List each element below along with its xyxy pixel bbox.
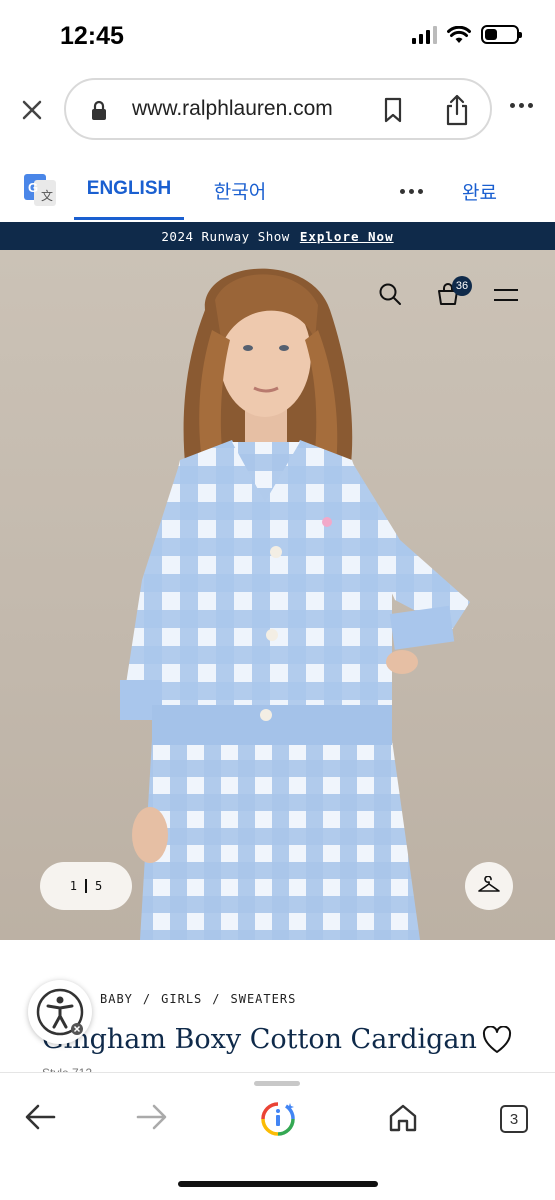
breadcrumb-separator: / xyxy=(212,992,221,1006)
status-time: 12:45 xyxy=(60,22,124,50)
url-text: www.ralphlauren.com xyxy=(132,97,333,120)
svg-text:G: G xyxy=(28,180,38,195)
image-pager: 1 5 xyxy=(40,862,132,910)
translate-bar: G 文 ENGLISH 한국어 완료 xyxy=(0,160,555,220)
size-guide-button[interactable] xyxy=(465,862,513,910)
pager-total: 5 xyxy=(95,879,103,893)
breadcrumb-sweaters[interactable]: SWEATERS xyxy=(231,992,297,1006)
bookmark-icon[interactable] xyxy=(382,97,404,123)
close-icon[interactable] xyxy=(16,94,48,126)
wifi-icon xyxy=(447,25,471,43)
google-translate-icon: G 文 xyxy=(24,174,56,206)
google-lens-icon[interactable] xyxy=(260,1101,296,1137)
breadcrumb-girls[interactable]: GIRLS xyxy=(161,992,202,1006)
more-icon[interactable] xyxy=(510,103,533,108)
back-icon[interactable] xyxy=(24,1103,56,1131)
breadcrumb-baby[interactable]: BABY xyxy=(100,992,133,1006)
promo-banner: 2024 Runway Show Explore Now xyxy=(0,222,555,250)
home-indicator xyxy=(178,1181,378,1187)
sheet-handle[interactable] xyxy=(254,1081,300,1086)
promo-link[interactable]: Explore Now xyxy=(300,229,394,244)
product-photo xyxy=(120,268,470,940)
browser-address-row: www.ralphlauren.com xyxy=(0,78,555,142)
breadcrumb: BABY / GIRLS / SWEATERS xyxy=(100,992,296,1006)
translate-done-button[interactable]: 완료 xyxy=(462,178,497,205)
svg-text:文: 文 xyxy=(41,188,53,203)
cellular-signal-icon xyxy=(412,25,437,44)
share-icon[interactable] xyxy=(444,94,470,126)
lock-icon xyxy=(92,100,106,120)
address-bar[interactable]: www.ralphlauren.com xyxy=(64,78,492,140)
cart-count-badge: 36 xyxy=(452,276,472,296)
pager-separator xyxy=(85,879,87,893)
product-image-gallery[interactable]: 36 1 5 xyxy=(0,250,555,940)
promo-text: 2024 Runway Show xyxy=(161,228,290,244)
breadcrumb-separator: / xyxy=(142,992,152,1006)
accessibility-button[interactable] xyxy=(28,980,92,1044)
browser-toolbar: 3 xyxy=(0,1072,555,1200)
menu-icon[interactable] xyxy=(494,288,518,302)
product-title: Gingham Boxy Cotton Cardigan xyxy=(42,1024,477,1055)
tab-korean[interactable]: 한국어 xyxy=(200,160,280,220)
status-bar: 12:45 xyxy=(0,0,555,70)
pager-current: 1 xyxy=(69,879,77,893)
tab-switcher-button[interactable]: 3 xyxy=(500,1105,528,1133)
heart-icon[interactable] xyxy=(482,1026,512,1054)
hanger-icon xyxy=(478,876,500,892)
search-icon[interactable] xyxy=(378,282,402,306)
home-icon[interactable] xyxy=(388,1103,418,1133)
forward-icon[interactable] xyxy=(136,1103,168,1131)
battery-icon xyxy=(481,25,522,44)
status-icons xyxy=(412,25,522,44)
tab-english[interactable]: ENGLISH xyxy=(74,160,184,220)
accessibility-icon xyxy=(36,988,84,1036)
translate-more-icon[interactable] xyxy=(400,189,423,194)
